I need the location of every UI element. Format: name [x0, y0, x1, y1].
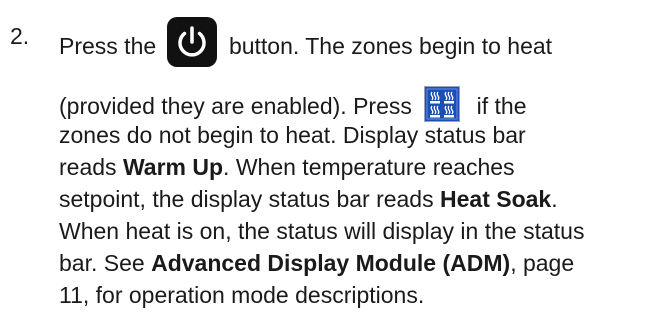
- heat-zones-icon: [424, 86, 461, 122]
- step-number: 2.: [10, 23, 30, 49]
- status-term: Warm Up: [122, 154, 224, 180]
- step-text: When heat is on, the status will display…: [59, 218, 585, 244]
- step-line: When heat is on, the status will display…: [59, 218, 584, 245]
- step-text: bar. See: [59, 250, 152, 276]
- step-text: 11, for operation mode descriptions.: [59, 282, 425, 308]
- status-term: Heat Soak: [440, 186, 552, 212]
- step-text: , page: [510, 250, 575, 276]
- step-text: setpoint, the display status bar reads: [59, 186, 440, 212]
- step-text: if the: [476, 93, 527, 120]
- step-line: reads Warm Up. When temperature reaches: [59, 154, 515, 181]
- step-line: (provided they are enabled). Press if th…: [59, 86, 527, 126]
- step-line: zones do not begin to heat. Display stat…: [59, 122, 526, 149]
- step-text: (provided they are enabled). Press: [59, 93, 412, 120]
- step-text: .: [551, 186, 558, 212]
- step-line: bar. See Advanced Display Module (ADM), …: [59, 250, 574, 277]
- step-line: Press the button. The zones begin to hea…: [59, 17, 553, 73]
- step-line: 11, for operation mode descriptions.: [59, 282, 424, 309]
- step-text: Press the: [59, 33, 157, 60]
- step-text: . When temperature reaches: [223, 154, 515, 180]
- step-text: button. The zones begin to heat: [228, 33, 553, 60]
- power-icon: [166, 17, 217, 67]
- step-line: setpoint, the display status bar reads H…: [59, 186, 558, 213]
- section-reference: Advanced Display Module (ADM): [151, 250, 511, 276]
- instruction-step: 2. Press the button. The zones begin to …: [0, 0, 664, 314]
- step-text: reads: [59, 154, 123, 180]
- step-text: zones do not begin to heat. Display stat…: [59, 122, 526, 148]
